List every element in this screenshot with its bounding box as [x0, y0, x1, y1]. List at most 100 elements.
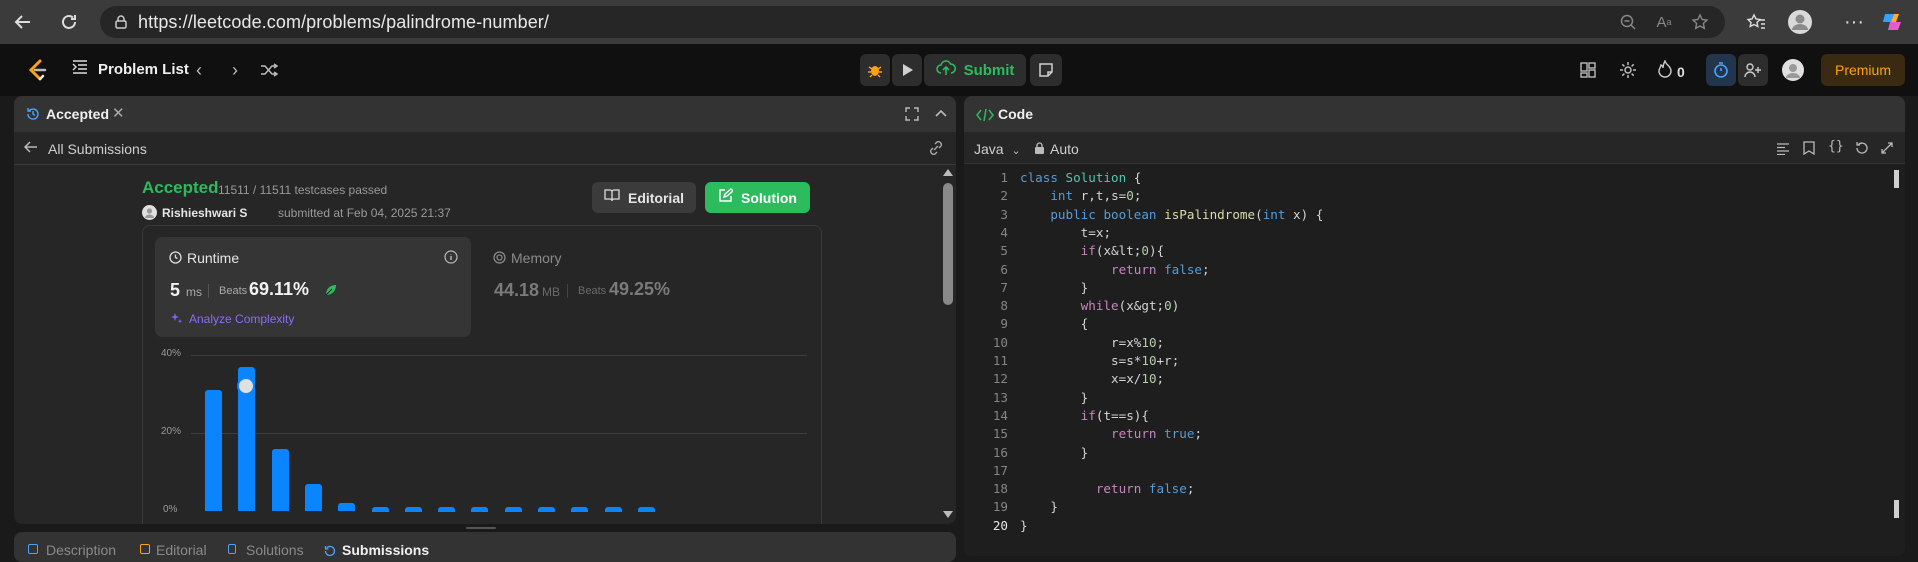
code-line[interactable]: return false;: [1020, 261, 1210, 279]
read-aloud-icon[interactable]: Aa: [1653, 11, 1675, 33]
leetcode-logo-icon[interactable]: [26, 58, 48, 82]
scrollbar[interactable]: [940, 165, 956, 524]
code-line[interactable]: if(t==s){: [1020, 407, 1149, 425]
tab-solutions[interactable]: Solutions: [246, 542, 304, 558]
runtime-card[interactable]: Runtime 5 ms Beats 69.11% Analyze Comple…: [155, 237, 471, 337]
timer-button[interactable]: [1706, 54, 1736, 86]
code-line[interactable]: {: [1020, 315, 1089, 333]
analyze-complexity-link[interactable]: Analyze Complexity: [189, 312, 294, 326]
chart-bar[interactable]: [504, 507, 522, 513]
submit-button[interactable]: Submit: [924, 54, 1026, 86]
code-line[interactable]: public boolean isPalindrome(int x) {: [1020, 206, 1323, 224]
code-line[interactable]: }: [1020, 498, 1058, 516]
panel-resize-handle[interactable]: [466, 527, 496, 529]
editorial-button[interactable]: Editorial: [592, 182, 696, 213]
chart-bar[interactable]: [404, 507, 422, 513]
runtime-beats-value: 69.11%: [249, 279, 310, 299]
format-icon[interactable]: [1776, 142, 1790, 160]
settings-gear-icon[interactable]: [1619, 61, 1637, 79]
scroll-up-icon[interactable]: [943, 169, 953, 176]
code-editor[interactable]: 1 class Solution {2 int r,t,s=0; 3 public …: [964, 169, 1905, 556]
solution-button[interactable]: Solution: [705, 182, 810, 213]
code-line[interactable]: if(x&lt;0){: [1020, 242, 1164, 260]
scroll-down-icon[interactable]: [943, 511, 953, 518]
code-line[interactable]: }: [1020, 389, 1089, 407]
braces-icon[interactable]: {}: [1828, 139, 1844, 154]
memory-card[interactable]: Memory 44.18 MB Beats 49.25%: [479, 237, 795, 337]
code-line[interactable]: class Solution {: [1020, 169, 1141, 187]
chart-bar[interactable]: [571, 507, 589, 513]
next-problem-icon[interactable]: ›: [232, 60, 238, 81]
editor-toolbar: Java ⌄ Auto {}: [964, 132, 1905, 164]
back-icon[interactable]: [6, 5, 40, 39]
chart-bar[interactable]: [304, 483, 322, 511]
scroll-thumb[interactable]: [943, 183, 953, 305]
layout-icon[interactable]: [1580, 62, 1596, 78]
code-line[interactable]: s=s*10+r;: [1020, 352, 1179, 370]
address-bar[interactable]: https://leetcode.com/problems/palindrome…: [100, 6, 1725, 38]
bookmark-icon[interactable]: [1803, 141, 1815, 160]
premium-button[interactable]: Premium: [1821, 54, 1905, 86]
code-line[interactable]: x=x/10;: [1020, 370, 1164, 388]
chart-bar[interactable]: [471, 507, 489, 513]
code-line[interactable]: while(x&gt;0): [1020, 297, 1180, 315]
chart-bar[interactable]: [604, 507, 622, 513]
notes-button[interactable]: [1030, 54, 1062, 86]
profile-avatar-icon[interactable]: [1784, 6, 1816, 38]
line-number: 20: [992, 517, 1008, 533]
tab-submissions[interactable]: Submissions: [342, 542, 429, 558]
chart-bar[interactable]: [338, 503, 356, 511]
debug-button[interactable]: [860, 54, 890, 86]
collapse-icon[interactable]: [934, 106, 948, 125]
submission-panel-header: Accepted ✕: [14, 96, 956, 132]
line-number: 7: [1000, 279, 1008, 295]
accepted-tab-title[interactable]: Accepted: [46, 106, 109, 122]
problem-list-link[interactable]: Problem List: [72, 60, 189, 79]
run-button[interactable]: [892, 54, 922, 86]
code-line[interactable]: }: [1020, 279, 1089, 297]
code-line[interactable]: return false;: [1020, 480, 1195, 498]
code-line[interactable]: t=x;: [1020, 224, 1111, 242]
tab-editorial[interactable]: Editorial: [156, 542, 207, 558]
copilot-icon[interactable]: [1876, 6, 1908, 38]
favorites-icon[interactable]: [1740, 6, 1772, 38]
memory-beats-value: 49.25%: [609, 279, 671, 299]
code-line[interactable]: }: [1020, 444, 1089, 462]
chevron-down-icon: ⌄: [1011, 145, 1021, 157]
user-avatar[interactable]: [1782, 59, 1804, 81]
streak-counter[interactable]: 0: [1658, 58, 1685, 83]
editor-scroll-marker-bottom[interactable]: [1894, 500, 1899, 518]
tab-description[interactable]: Description: [46, 542, 116, 558]
username[interactable]: Rishieshwari S: [162, 206, 247, 220]
problem-tabs-panel: Description Editorial Solutions Submissi…: [14, 532, 956, 562]
more-options-icon[interactable]: ···: [1838, 6, 1870, 38]
mode-label[interactable]: Auto: [1050, 141, 1079, 157]
site-info-icon[interactable]: [112, 13, 130, 31]
expand-icon[interactable]: [1880, 141, 1894, 160]
chart-bar[interactable]: [538, 507, 555, 513]
shuffle-icon[interactable]: [260, 63, 278, 77]
refresh-icon[interactable]: [52, 5, 86, 39]
favorite-star-icon[interactable]: [1689, 11, 1711, 33]
prev-problem-icon[interactable]: ‹: [196, 60, 202, 81]
code-line[interactable]: return true;: [1020, 425, 1202, 443]
chart-bar[interactable]: [205, 390, 222, 511]
share-link-icon[interactable]: [928, 141, 944, 160]
code-line[interactable]: r=x%10;: [1020, 334, 1164, 352]
all-submissions-link[interactable]: All Submissions: [23, 140, 147, 158]
fullscreen-icon[interactable]: [905, 107, 919, 126]
add-collaborator-button[interactable]: [1738, 54, 1768, 86]
zoom-out-icon[interactable]: [1617, 11, 1639, 33]
code-line[interactable]: int r,t,s=0;: [1020, 187, 1141, 205]
reset-icon[interactable]: [1855, 141, 1869, 160]
code-line[interactable]: }: [1020, 517, 1028, 535]
chart-bar[interactable]: [371, 507, 389, 513]
language-select[interactable]: Java ⌄: [974, 141, 1021, 157]
close-tab-icon[interactable]: ✕: [112, 104, 125, 122]
chart-bar[interactable]: [271, 448, 289, 511]
chart-bars: [143, 346, 821, 524]
info-icon[interactable]: [444, 250, 458, 269]
editor-scroll-marker[interactable]: [1894, 170, 1899, 188]
chart-bar[interactable]: [438, 507, 456, 513]
chart-bar[interactable]: [637, 507, 655, 513]
